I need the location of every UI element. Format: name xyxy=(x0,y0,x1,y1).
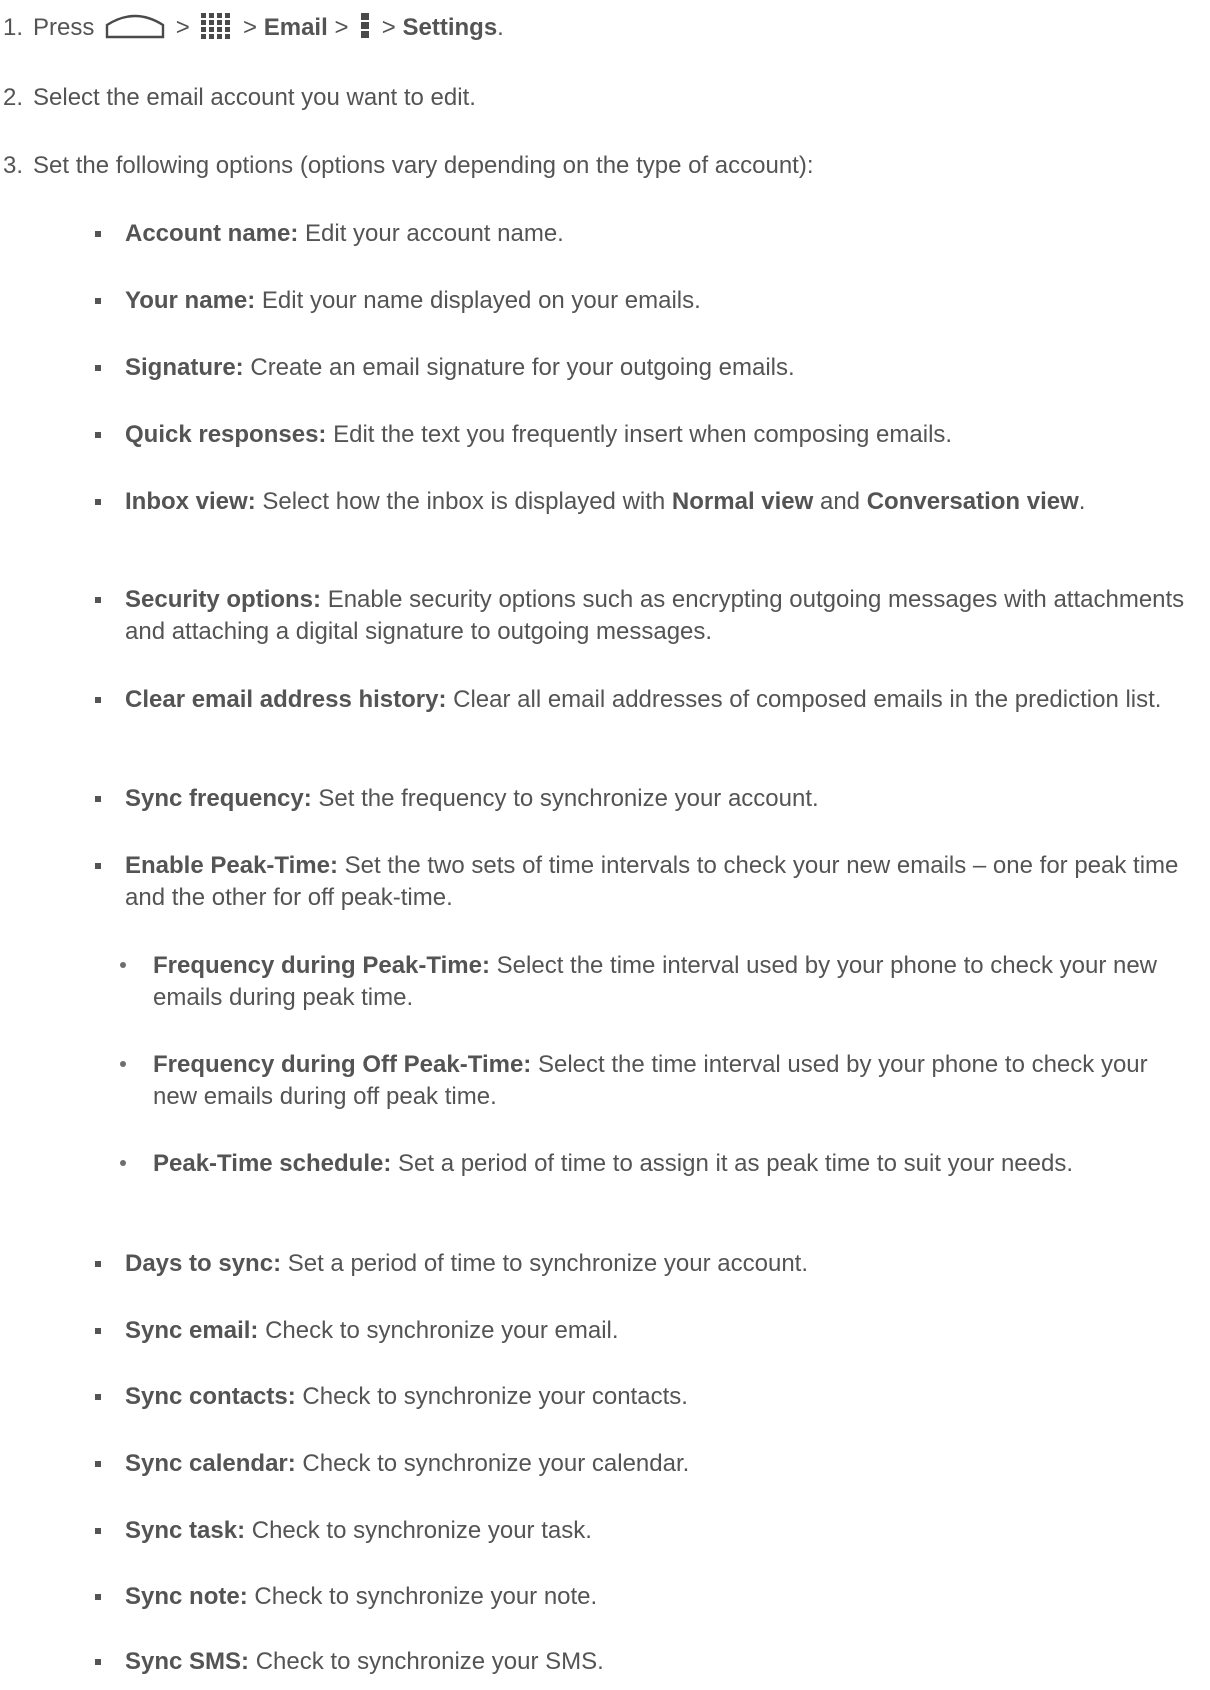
option-label: Quick responses: xyxy=(125,421,327,448)
option-description: Create an email signature for your outgo… xyxy=(243,354,795,381)
option-description: Check to synchronize your note. xyxy=(247,1583,598,1610)
option-description: Clear all email addresses of composed em… xyxy=(446,686,1162,713)
option-label: Frequency during Off Peak-Time: xyxy=(153,1051,532,1078)
step-text: Set the following options (options vary … xyxy=(33,152,814,179)
separator: > xyxy=(381,14,403,41)
bullet-icon xyxy=(95,796,101,802)
bullet-icon xyxy=(120,1160,126,1166)
menu-icon xyxy=(361,12,370,38)
bullet-icon xyxy=(95,499,101,505)
option-label: Sync contacts: xyxy=(125,1383,296,1410)
step-text: Press > > Email > > Settings. xyxy=(33,12,504,44)
option-label: Frequency during Peak-Time: xyxy=(153,952,490,979)
option-description: and xyxy=(813,488,867,515)
press-text: Press xyxy=(33,14,102,41)
option-label: Sync calendar: xyxy=(125,1450,296,1477)
bullet-icon xyxy=(95,863,101,869)
separator: > xyxy=(175,14,197,41)
option-label: Clear email address history: xyxy=(125,686,447,713)
bullet-icon xyxy=(95,1261,101,1267)
option-description: Edit your name displayed on your emails. xyxy=(255,287,701,314)
home-icon xyxy=(105,14,165,38)
bullet-icon xyxy=(95,432,101,438)
apps-grid-icon xyxy=(201,12,231,39)
period: . xyxy=(1078,488,1086,515)
option-label: Sync task: xyxy=(125,1517,246,1544)
option-description: Edit the text you frequently insert when… xyxy=(326,421,953,448)
bullet-icon xyxy=(95,1394,101,1400)
option-label: Account name: xyxy=(125,220,299,247)
conversation-view-label: Conversation view xyxy=(866,488,1079,515)
option-label: Enable Peak-Time: xyxy=(125,852,338,879)
bullet-icon xyxy=(95,1528,101,1534)
bullet-icon xyxy=(120,962,126,968)
email-label: Email xyxy=(263,14,328,41)
normal-view-label: Normal view xyxy=(671,488,814,515)
option-description: Check to synchronize your email. xyxy=(258,1317,619,1344)
bullet-icon xyxy=(95,1594,101,1600)
bullet-icon xyxy=(95,697,101,703)
option-description: Check to synchronize your calendar. xyxy=(295,1450,690,1477)
option-description: Select how the inbox is displayed with xyxy=(255,488,672,515)
step-text: Select the email account you want to edi… xyxy=(33,84,476,111)
option-description: Set the frequency to synchronize your ac… xyxy=(311,785,819,812)
step-1: 1. Press > > Email > > Settings. xyxy=(0,12,1200,48)
option-label: Your name: xyxy=(125,287,256,314)
step-number: 1. xyxy=(3,14,24,41)
option-description: Check to synchronize your contacts. xyxy=(295,1383,688,1410)
step-number: 3. xyxy=(3,152,24,179)
option-label: Sync email: xyxy=(125,1317,259,1344)
option-description: Edit your account name. xyxy=(298,220,564,247)
option-description: Check to synchronize your SMS. xyxy=(249,1648,604,1675)
option-label: Sync note: xyxy=(125,1583,248,1610)
step-number: 2. xyxy=(3,84,24,111)
option-label: Signature: xyxy=(125,354,244,381)
bullet-icon xyxy=(95,1659,101,1665)
option-label: Peak-Time schedule: xyxy=(153,1150,392,1177)
bullet-icon xyxy=(95,1328,101,1334)
bullet-icon xyxy=(95,1461,101,1467)
separator: > xyxy=(334,14,356,41)
option-label: Inbox view: xyxy=(125,488,256,515)
bullet-icon xyxy=(95,298,101,304)
separator: > xyxy=(243,14,264,41)
option-description: Set a period of time to assign it as pea… xyxy=(391,1150,1074,1177)
step-2: 2. Select the email account you want to … xyxy=(0,82,1200,118)
option-description: Check to synchronize your task. xyxy=(245,1517,592,1544)
option-label: Security options: xyxy=(125,586,322,613)
option-label: Sync SMS: xyxy=(125,1648,250,1675)
bullet-icon xyxy=(120,1061,126,1067)
bullet-icon xyxy=(95,597,101,603)
settings-label: Settings xyxy=(402,14,498,41)
option-label: Days to sync: xyxy=(125,1250,282,1277)
step-3: 3. Set the following options (options va… xyxy=(0,150,1200,186)
period: . xyxy=(497,14,504,41)
option-description: Set a period of time to synchronize your… xyxy=(281,1250,809,1277)
option-label: Sync frequency: xyxy=(125,785,312,812)
document-page: 1. Press > > Email > > Settings. 2. Sele… xyxy=(0,0,1210,1690)
bullet-icon xyxy=(95,365,101,371)
bullet-icon xyxy=(95,231,101,237)
